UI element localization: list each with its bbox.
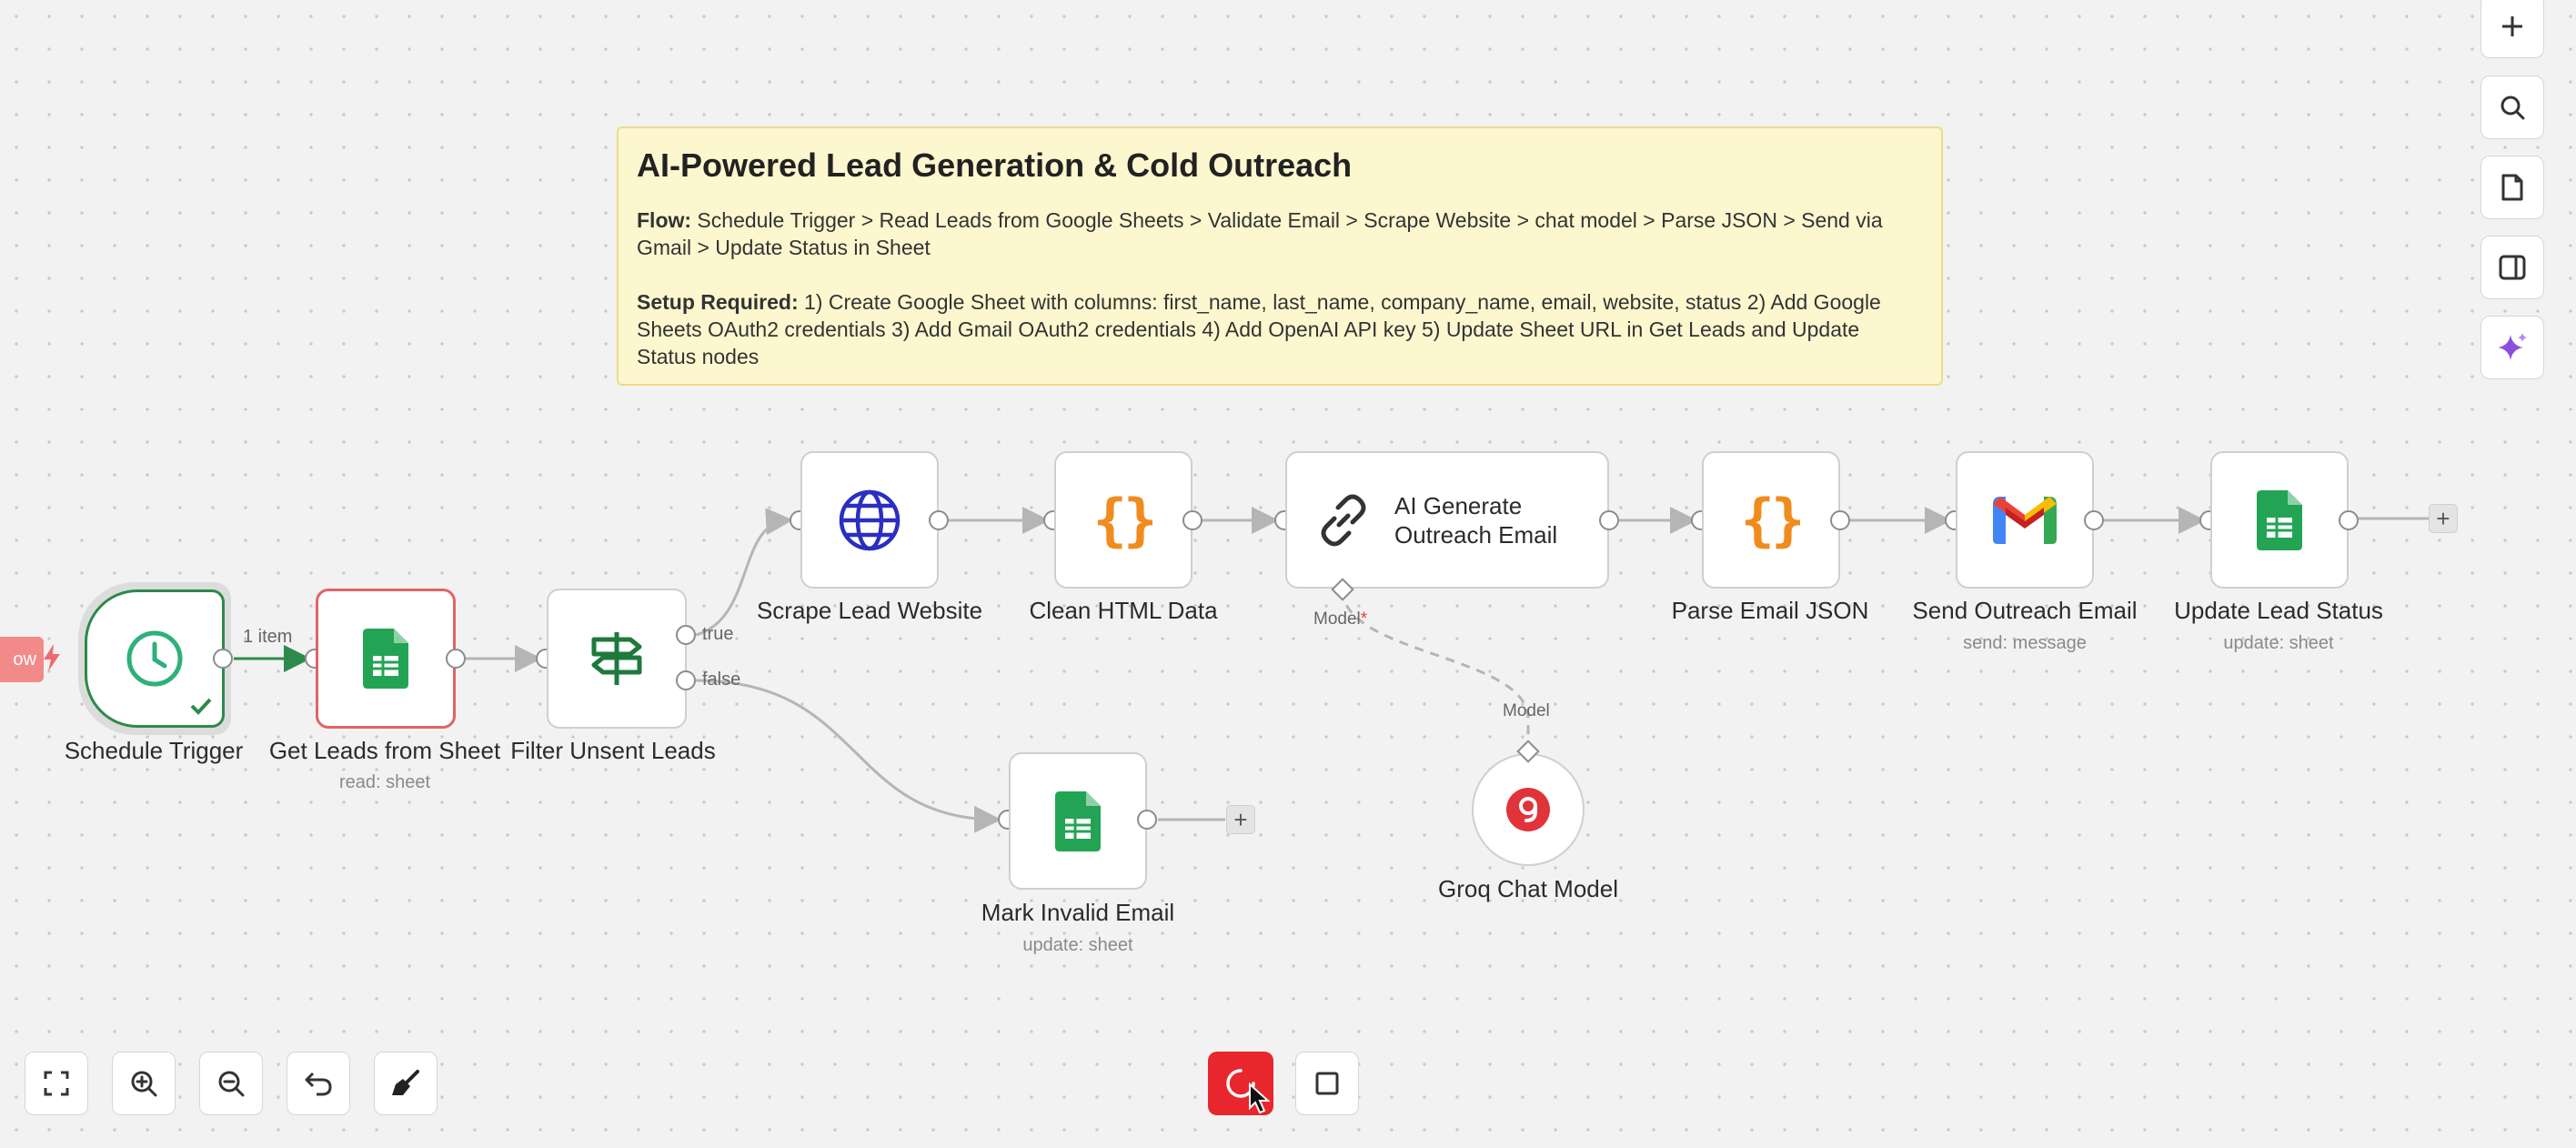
ai-model-port-label: Model*	[1313, 609, 1368, 629]
code-braces-icon: {}	[1740, 487, 1806, 553]
get-leads-node[interactable]	[316, 589, 456, 729]
groq-icon	[1506, 788, 1550, 831]
groq-model-label: Groq Chat Model	[1438, 875, 1618, 902]
sticky-note-flow: Flow: Schedule Trigger > Read Leads from…	[637, 206, 1923, 261]
lightning-icon	[44, 644, 60, 671]
filter-unsent-label: Filter Unsent Leads	[510, 737, 716, 764]
signpost-icon	[591, 632, 642, 685]
groq-port-label: Model	[1503, 701, 1550, 720]
note-icon	[2501, 174, 2523, 201]
flow-text: Schedule Trigger > Read Leads from Googl…	[637, 208, 1883, 259]
add-node-after-update-button[interactable]: +	[2429, 504, 2458, 533]
parse-output-port[interactable]	[1830, 510, 1850, 530]
filter-false-port[interactable]	[676, 670, 696, 690]
update-output-port[interactable]	[2339, 510, 2359, 530]
search-icon	[2501, 96, 2525, 120]
edge-model-link	[1341, 589, 1530, 748]
filter-unsent-node[interactable]	[547, 589, 687, 729]
mark-invalid-subtitle: update: sheet	[1022, 935, 1133, 955]
add-node-panel-button[interactable]	[2480, 0, 2544, 58]
zoom-out-icon	[218, 1071, 245, 1097]
google-sheets-icon	[363, 629, 408, 689]
schedule-trigger-label: Schedule Trigger	[64, 737, 244, 764]
square-icon	[1315, 1072, 1339, 1095]
mark-invalid-label: Mark Invalid Email	[981, 899, 1175, 926]
sticky-note[interactable]: AI-Powered Lead Generation & Cold Outrea…	[617, 126, 1943, 386]
fit-view-button[interactable]	[25, 1052, 88, 1115]
plus-icon	[2502, 16, 2522, 36]
scrape-website-label: Scrape Lead Website	[756, 597, 983, 624]
groq-model-node[interactable]	[1472, 753, 1585, 866]
sparkle-icon	[2498, 333, 2527, 360]
gmail-icon	[1993, 496, 2057, 544]
zoom-in-icon	[131, 1071, 157, 1097]
mark-invalid-node[interactable]	[1009, 752, 1147, 890]
edge-filter-false	[695, 679, 1001, 833]
ai-model-port-text: Model	[1313, 609, 1361, 629]
clean-output-port[interactable]	[1182, 510, 1202, 530]
undo-icon	[305, 1072, 332, 1096]
schedule-trigger-output-port[interactable]	[213, 649, 233, 669]
update-status-label: Update Lead Status	[2174, 597, 2383, 624]
code-braces-icon: {}	[1092, 487, 1158, 553]
scrape-output-port[interactable]	[929, 510, 949, 530]
tidy-up-button[interactable]	[374, 1052, 438, 1115]
parse-json-node[interactable]: {}	[1702, 451, 1840, 589]
link-icon	[1321, 494, 1366, 546]
globe-icon	[839, 489, 901, 550]
ai-assistant-button[interactable]	[2480, 316, 2544, 379]
ai-generate-node[interactable]: AI Generate Outreach Email	[1285, 451, 1609, 589]
stop-square-button[interactable]	[1295, 1052, 1359, 1115]
scrape-website-node[interactable]	[800, 451, 939, 589]
send-email-subtitle: send: message	[1963, 633, 2087, 653]
sticky-note-title: AI-Powered Lead Generation & Cold Outrea…	[637, 146, 1353, 184]
items-count-label: 1 item	[243, 627, 293, 647]
add-node-after-invalid-button[interactable]: +	[1226, 805, 1255, 834]
broom-icon	[392, 1070, 419, 1095]
get-leads-label: Get Leads from Sheet	[268, 737, 501, 764]
ai-output-port[interactable]	[1599, 510, 1619, 530]
schedule-trigger-node[interactable]	[85, 589, 225, 728]
filter-true-label: true	[702, 624, 734, 644]
toggle-panel-button[interactable]	[2480, 236, 2544, 299]
update-status-subtitle: update: sheet	[2223, 633, 2334, 653]
google-sheets-icon	[1055, 791, 1101, 851]
setup-label: Setup Required:	[637, 290, 799, 314]
send-output-port[interactable]	[2084, 510, 2104, 530]
parse-json-label: Parse Email JSON	[1671, 597, 1869, 624]
success-check-icon	[190, 698, 212, 715]
send-email-label: Send Outreach Email	[1912, 597, 2138, 624]
reset-zoom-button[interactable]	[287, 1052, 350, 1115]
flow-label: Flow:	[637, 208, 692, 232]
get-leads-subtitle: read: sheet	[338, 772, 431, 792]
panel-icon	[2499, 255, 2526, 280]
setup-text: 1) Create Google Sheet with columns: fir…	[637, 290, 1881, 368]
zoom-out-button[interactable]	[199, 1052, 263, 1115]
ai-generate-title: AI Generate Outreach Email	[1394, 491, 1558, 549]
update-status-node[interactable]	[2210, 451, 2349, 589]
execution-tab-label: ow	[13, 649, 36, 670]
get-leads-output-port[interactable]	[446, 649, 466, 669]
fit-view-icon	[44, 1071, 69, 1096]
clock-icon	[126, 630, 183, 687]
clean-html-node[interactable]: {}	[1054, 451, 1192, 589]
add-sticky-note-button[interactable]	[2480, 156, 2544, 219]
execution-tab[interactable]: ow	[0, 637, 44, 682]
send-email-node[interactable]	[1956, 451, 2094, 589]
search-nodes-button[interactable]	[2480, 76, 2544, 139]
zoom-in-button[interactable]	[112, 1052, 176, 1115]
clean-html-label: Clean HTML Data	[1029, 597, 1218, 624]
google-sheets-icon	[2257, 489, 2302, 550]
cursor-arrow-icon	[1249, 1083, 1271, 1114]
invalid-output-port[interactable]	[1137, 810, 1157, 830]
filter-true-port[interactable]	[676, 625, 696, 645]
sticky-note-setup: Setup Required: 1) Create Google Sheet w…	[637, 288, 1923, 370]
filter-false-label: false	[702, 670, 741, 690]
